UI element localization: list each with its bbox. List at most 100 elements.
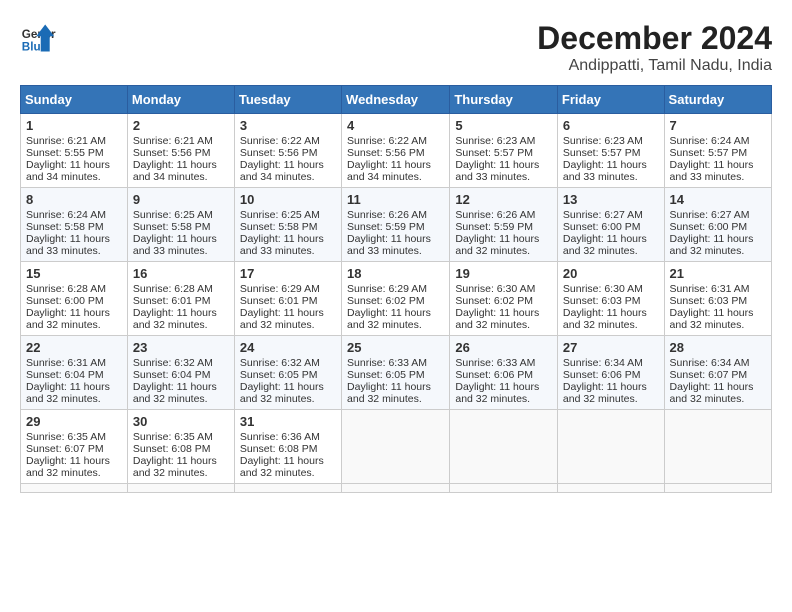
sunrise-label: Sunrise: 6:34 AM <box>670 357 750 369</box>
daylight-minutes: and 32 minutes. <box>133 393 208 405</box>
sunset-label: Sunset: 6:00 PM <box>563 221 641 233</box>
sunrise-label: Sunrise: 6:34 AM <box>563 357 643 369</box>
day-number: 22 <box>26 340 122 355</box>
daylight-minutes: and 32 minutes. <box>670 245 745 257</box>
calendar-cell: 5Sunrise: 6:23 AMSunset: 5:57 PMDaylight… <box>450 114 558 188</box>
daylight-minutes: and 32 minutes. <box>26 467 101 479</box>
daylight-minutes: and 32 minutes. <box>133 467 208 479</box>
col-wednesday: Wednesday <box>342 86 450 114</box>
sunrise-label: Sunrise: 6:21 AM <box>133 135 213 147</box>
calendar-cell <box>450 410 558 484</box>
daylight-label: Daylight: 11 hours <box>563 159 647 171</box>
calendar-header-row: Sunday Monday Tuesday Wednesday Thursday… <box>21 86 772 114</box>
calendar-cell: 22Sunrise: 6:31 AMSunset: 6:04 PMDayligh… <box>21 336 128 410</box>
calendar-cell <box>342 410 450 484</box>
daylight-label: Daylight: 11 hours <box>26 455 110 467</box>
col-monday: Monday <box>127 86 234 114</box>
sunset-label: Sunset: 6:08 PM <box>240 443 318 455</box>
sunset-label: Sunset: 5:57 PM <box>455 147 533 159</box>
sunset-label: Sunset: 6:07 PM <box>26 443 104 455</box>
daylight-label: Daylight: 11 hours <box>133 455 217 467</box>
sunrise-label: Sunrise: 6:31 AM <box>26 357 106 369</box>
day-number: 28 <box>670 340 766 355</box>
calendar-cell: 10Sunrise: 6:25 AMSunset: 5:58 PMDayligh… <box>234 188 341 262</box>
calendar-cell: 27Sunrise: 6:34 AMSunset: 6:06 PMDayligh… <box>557 336 664 410</box>
col-sunday: Sunday <box>21 86 128 114</box>
calendar-cell: 6Sunrise: 6:23 AMSunset: 5:57 PMDaylight… <box>557 114 664 188</box>
daylight-minutes: and 33 minutes. <box>670 171 745 183</box>
daylight-label: Daylight: 11 hours <box>240 455 324 467</box>
day-number: 25 <box>347 340 444 355</box>
daylight-minutes: and 33 minutes. <box>563 171 638 183</box>
sunset-label: Sunset: 5:59 PM <box>455 221 533 233</box>
sunset-label: Sunset: 5:57 PM <box>670 147 748 159</box>
calendar-row: 22Sunrise: 6:31 AMSunset: 6:04 PMDayligh… <box>21 336 772 410</box>
sunrise-label: Sunrise: 6:28 AM <box>133 283 213 295</box>
daylight-minutes: and 32 minutes. <box>240 467 315 479</box>
sunset-label: Sunset: 6:02 PM <box>347 295 425 307</box>
day-number: 16 <box>133 266 229 281</box>
calendar-cell: 23Sunrise: 6:32 AMSunset: 6:04 PMDayligh… <box>127 336 234 410</box>
day-number: 9 <box>133 192 229 207</box>
sunset-label: Sunset: 6:02 PM <box>455 295 533 307</box>
calendar-row: 15Sunrise: 6:28 AMSunset: 6:00 PMDayligh… <box>21 262 772 336</box>
calendar-cell <box>664 484 771 493</box>
sunset-label: Sunset: 6:06 PM <box>563 369 641 381</box>
day-number: 30 <box>133 414 229 429</box>
month-year: December 2024 <box>537 20 772 57</box>
daylight-minutes: and 32 minutes. <box>240 393 315 405</box>
sunset-label: Sunset: 6:00 PM <box>670 221 748 233</box>
sunset-label: Sunset: 6:05 PM <box>347 369 425 381</box>
sunrise-label: Sunrise: 6:35 AM <box>133 431 213 443</box>
calendar-cell <box>127 484 234 493</box>
sunset-label: Sunset: 6:07 PM <box>670 369 748 381</box>
calendar-cell <box>342 484 450 493</box>
day-number: 12 <box>455 192 552 207</box>
sunrise-label: Sunrise: 6:30 AM <box>455 283 535 295</box>
sunrise-label: Sunrise: 6:30 AM <box>563 283 643 295</box>
calendar-row <box>21 484 772 493</box>
day-number: 31 <box>240 414 336 429</box>
sunrise-label: Sunrise: 6:24 AM <box>670 135 750 147</box>
day-number: 13 <box>563 192 659 207</box>
logo-icon: General Blue <box>20 20 56 56</box>
sunrise-label: Sunrise: 6:21 AM <box>26 135 106 147</box>
sunset-label: Sunset: 6:01 PM <box>133 295 211 307</box>
daylight-label: Daylight: 11 hours <box>133 233 217 245</box>
sunset-label: Sunset: 6:06 PM <box>455 369 533 381</box>
daylight-label: Daylight: 11 hours <box>133 307 217 319</box>
daylight-minutes: and 34 minutes. <box>240 171 315 183</box>
daylight-label: Daylight: 11 hours <box>563 381 647 393</box>
calendar-cell: 30Sunrise: 6:35 AMSunset: 6:08 PMDayligh… <box>127 410 234 484</box>
daylight-minutes: and 34 minutes. <box>347 171 422 183</box>
calendar-cell: 31Sunrise: 6:36 AMSunset: 6:08 PMDayligh… <box>234 410 341 484</box>
day-number: 8 <box>26 192 122 207</box>
sunrise-label: Sunrise: 6:22 AM <box>240 135 320 147</box>
calendar-body: 1Sunrise: 6:21 AMSunset: 5:55 PMDaylight… <box>21 114 772 493</box>
calendar-cell: 1Sunrise: 6:21 AMSunset: 5:55 PMDaylight… <box>21 114 128 188</box>
daylight-label: Daylight: 11 hours <box>455 159 539 171</box>
sunrise-label: Sunrise: 6:32 AM <box>240 357 320 369</box>
daylight-label: Daylight: 11 hours <box>455 307 539 319</box>
daylight-minutes: and 32 minutes. <box>26 393 101 405</box>
sunset-label: Sunset: 5:55 PM <box>26 147 104 159</box>
calendar-cell: 20Sunrise: 6:30 AMSunset: 6:03 PMDayligh… <box>557 262 664 336</box>
daylight-label: Daylight: 11 hours <box>26 233 110 245</box>
sunset-label: Sunset: 6:03 PM <box>670 295 748 307</box>
daylight-label: Daylight: 11 hours <box>240 159 324 171</box>
col-saturday: Saturday <box>664 86 771 114</box>
title-block: December 2024 Andippatti, Tamil Nadu, In… <box>537 20 772 75</box>
daylight-minutes: and 32 minutes. <box>563 319 638 331</box>
sunset-label: Sunset: 5:56 PM <box>133 147 211 159</box>
calendar-cell: 3Sunrise: 6:22 AMSunset: 5:56 PMDaylight… <box>234 114 341 188</box>
sunset-label: Sunset: 5:58 PM <box>133 221 211 233</box>
sunrise-label: Sunrise: 6:22 AM <box>347 135 427 147</box>
daylight-minutes: and 32 minutes. <box>563 245 638 257</box>
daylight-label: Daylight: 11 hours <box>240 381 324 393</box>
daylight-minutes: and 33 minutes. <box>26 245 101 257</box>
calendar-cell: 24Sunrise: 6:32 AMSunset: 6:05 PMDayligh… <box>234 336 341 410</box>
calendar-cell <box>664 410 771 484</box>
sunrise-label: Sunrise: 6:24 AM <box>26 209 106 221</box>
calendar-cell <box>557 410 664 484</box>
daylight-minutes: and 32 minutes. <box>133 319 208 331</box>
